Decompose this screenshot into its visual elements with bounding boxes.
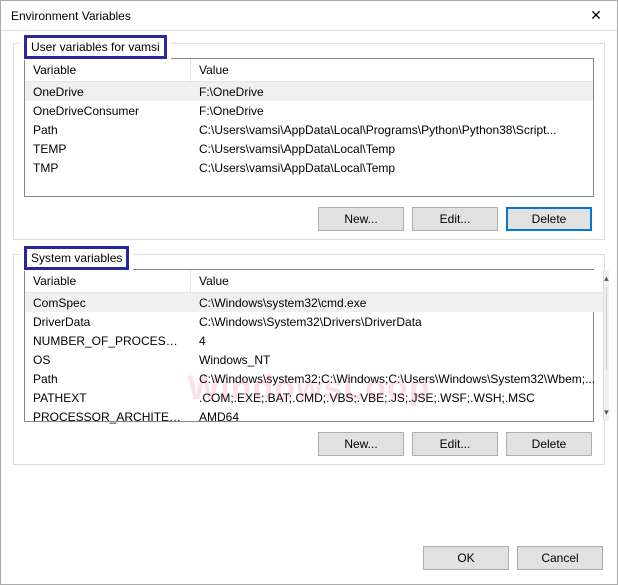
table-row[interactable]: TMP C:\Users\vamsi\AppData\Local\Temp xyxy=(25,158,593,177)
system-edit-button[interactable]: Edit... xyxy=(412,432,498,456)
table-row[interactable]: ComSpec C:\Windows\system32\cmd.exe xyxy=(25,293,603,312)
row-variable: OneDriveConsumer xyxy=(25,102,191,120)
user-col-variable[interactable]: Variable xyxy=(25,59,191,81)
row-value: F:\OneDrive xyxy=(191,102,593,120)
dialog-body: WindowsLoop User variables for vamsi Var… xyxy=(1,31,617,540)
table-row-empty xyxy=(25,177,593,196)
row-value: C:\Users\vamsi\AppData\Local\Temp xyxy=(191,140,593,158)
user-edit-button[interactable]: Edit... xyxy=(412,207,498,231)
row-value: C:\Windows\system32;C:\Windows;C:\Users\… xyxy=(191,370,603,388)
system-variables-legend-label: System variables xyxy=(24,246,129,270)
row-variable: PROCESSOR_ARCHITECTURE xyxy=(25,408,191,426)
table-row[interactable]: PATHEXT .COM;.EXE;.BAT;.CMD;.VBS;.VBE;.J… xyxy=(25,388,603,407)
environment-variables-dialog: Environment Variables ✕ WindowsLoop User… xyxy=(0,0,618,585)
user-variables-legend-label: User variables for vamsi xyxy=(24,35,167,59)
row-value: 4 xyxy=(191,332,603,350)
user-variables-list[interactable]: Variable Value OneDrive F:\OneDrive OneD… xyxy=(24,58,594,197)
system-variables-legend: System variables xyxy=(20,245,133,271)
user-delete-button[interactable]: Delete xyxy=(506,207,592,231)
table-row[interactable]: TEMP C:\Users\vamsi\AppData\Local\Temp xyxy=(25,139,593,158)
table-row[interactable]: DriverData C:\Windows\System32\Drivers\D… xyxy=(25,312,603,331)
table-row[interactable]: Path C:\Users\vamsi\AppData\Local\Progra… xyxy=(25,120,593,139)
row-variable: OS xyxy=(25,351,191,369)
row-variable: ComSpec xyxy=(25,294,191,312)
system-variables-list[interactable]: Variable Value ComSpec C:\Windows\system… xyxy=(24,269,594,422)
row-value: C:\Windows\System32\Drivers\DriverData xyxy=(191,313,603,331)
system-rows: ComSpec C:\Windows\system32\cmd.exe Driv… xyxy=(25,293,603,421)
system-variables-group: System variables Variable Value ComSpec … xyxy=(13,254,605,465)
system-list-header: Variable Value xyxy=(25,270,603,293)
table-row[interactable]: OS Windows_NT xyxy=(25,350,603,369)
titlebar: Environment Variables ✕ xyxy=(1,1,617,31)
row-value: AMD64 xyxy=(191,408,603,426)
system-buttons: New... Edit... Delete xyxy=(24,432,594,456)
user-variables-group: User variables for vamsi Variable Value … xyxy=(13,43,605,240)
row-value: C:\Windows\system32\cmd.exe xyxy=(191,294,603,312)
scroll-down-icon[interactable]: ▾ xyxy=(604,404,609,421)
table-row[interactable]: Path C:\Windows\system32;C:\Windows;C:\U… xyxy=(25,369,603,388)
system-new-button[interactable]: New... xyxy=(318,432,404,456)
row-variable: DriverData xyxy=(25,313,191,331)
system-scrollbar[interactable]: ▴ ▾ xyxy=(603,270,609,421)
row-variable: TMP xyxy=(25,159,191,177)
row-value: .COM;.EXE;.BAT;.CMD;.VBS;.VBE;.JS;.JSE;.… xyxy=(191,389,603,407)
user-variables-legend: User variables for vamsi xyxy=(20,34,171,60)
dialog-footer: OK Cancel xyxy=(1,540,617,584)
scroll-track[interactable] xyxy=(604,287,609,404)
system-col-value[interactable]: Value xyxy=(191,270,603,292)
cancel-button[interactable]: Cancel xyxy=(517,546,603,570)
window-title: Environment Variables xyxy=(11,9,131,23)
row-value: F:\OneDrive xyxy=(191,83,593,101)
table-row[interactable]: OneDrive F:\OneDrive xyxy=(25,82,593,101)
system-col-variable[interactable]: Variable xyxy=(25,270,191,292)
user-rows: OneDrive F:\OneDrive OneDriveConsumer F:… xyxy=(25,82,593,196)
user-buttons: New... Edit... Delete xyxy=(24,207,594,231)
row-variable: TEMP xyxy=(25,140,191,158)
table-row[interactable]: NUMBER_OF_PROCESSORS 4 xyxy=(25,331,603,350)
scroll-thumb[interactable] xyxy=(606,287,607,369)
row-value: C:\Users\vamsi\AppData\Local\Temp xyxy=(191,159,593,177)
user-list-header: Variable Value xyxy=(25,59,593,82)
table-row[interactable]: OneDriveConsumer F:\OneDrive xyxy=(25,101,593,120)
row-value: C:\Users\vamsi\AppData\Local\Programs\Py… xyxy=(191,121,593,139)
user-new-button[interactable]: New... xyxy=(318,207,404,231)
row-variable: NUMBER_OF_PROCESSORS xyxy=(25,332,191,350)
row-variable: Path xyxy=(25,370,191,388)
row-variable: PATHEXT xyxy=(25,389,191,407)
system-delete-button[interactable]: Delete xyxy=(506,432,592,456)
scroll-up-icon[interactable]: ▴ xyxy=(604,270,609,287)
row-variable: OneDrive xyxy=(25,83,191,101)
ok-button[interactable]: OK xyxy=(423,546,509,570)
close-icon[interactable]: ✕ xyxy=(576,1,616,29)
user-col-value[interactable]: Value xyxy=(191,59,593,81)
row-variable: Path xyxy=(25,121,191,139)
table-row[interactable]: PROCESSOR_ARCHITECTURE AMD64 xyxy=(25,407,603,426)
row-value: Windows_NT xyxy=(191,351,603,369)
